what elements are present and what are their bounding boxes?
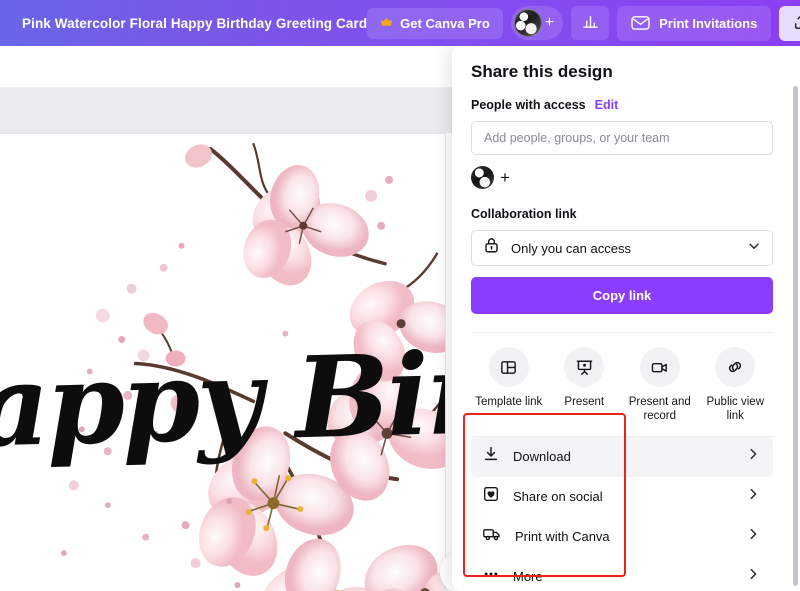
quick-action-label: Public view link bbox=[706, 396, 765, 423]
access-level-select[interactable]: Only you can access bbox=[471, 230, 773, 266]
greeting-card-page[interactable]: Happy Birthday bbox=[0, 133, 446, 591]
get-canva-pro-button[interactable]: Get Canva Pro bbox=[367, 7, 503, 39]
chevron-right-icon bbox=[746, 567, 760, 586]
share-upload-icon bbox=[793, 14, 800, 33]
quick-action-label: Template link bbox=[475, 396, 543, 408]
menu-item-label: Download bbox=[513, 449, 571, 465]
add-people-input[interactable] bbox=[471, 121, 773, 155]
heart-square-icon bbox=[482, 485, 500, 508]
link-chain-icon bbox=[715, 347, 756, 387]
presentation-icon bbox=[564, 347, 605, 387]
menu-item-label: Print with Canva bbox=[515, 529, 610, 545]
edit-access-link[interactable]: Edit bbox=[595, 98, 619, 112]
share-panel-title: Share this design bbox=[471, 62, 613, 81]
top-header-bar: Pink Watercolor Floral Happy Birthday Gr… bbox=[0, 0, 800, 46]
share-panel-body: Share this design People with access Edi… bbox=[452, 46, 792, 591]
panel-scrollbar-thumb[interactable] bbox=[793, 86, 798, 586]
quick-action-template-link[interactable]: Template link bbox=[471, 347, 547, 424]
share-button[interactable]: Share bbox=[779, 5, 800, 41]
plus-icon[interactable]: + bbox=[496, 169, 510, 186]
share-panel: Share this design People with access Edi… bbox=[452, 46, 792, 591]
access-level-value: Only you can access bbox=[511, 240, 631, 256]
chevron-down-icon bbox=[747, 239, 761, 258]
template-link-icon bbox=[488, 347, 529, 387]
quick-action-label: Present and record bbox=[628, 396, 691, 423]
collaborators-group[interactable]: + bbox=[510, 6, 564, 40]
quick-action-public-view-link[interactable]: Public view link bbox=[698, 347, 774, 424]
quick-actions-grid: Template link Present Present and record… bbox=[471, 332, 773, 436]
get-canva-pro-label: Get Canva Pro bbox=[400, 15, 490, 31]
card-greeting-text[interactable]: Happy Birthday bbox=[0, 320, 445, 476]
print-invitations-label: Print Invitations bbox=[659, 15, 758, 31]
delivery-truck-icon bbox=[482, 525, 502, 548]
plus-icon[interactable]: + bbox=[545, 15, 554, 31]
envelope-icon bbox=[631, 14, 650, 33]
user-avatar[interactable] bbox=[471, 166, 494, 189]
people-with-access-label: People with access bbox=[471, 98, 586, 112]
ellipsis-icon bbox=[482, 565, 500, 588]
menu-item-print-with-canva[interactable]: Print with Canva bbox=[471, 517, 773, 557]
download-icon bbox=[482, 445, 500, 468]
lock-icon bbox=[483, 237, 500, 259]
chevron-right-icon bbox=[746, 447, 760, 466]
menu-item-label: Share on social bbox=[513, 489, 603, 505]
app-root: Pink Watercolor Floral Happy Birthday Gr… bbox=[0, 0, 800, 591]
people-avatars-row: + bbox=[471, 166, 773, 189]
menu-item-download[interactable]: Download bbox=[471, 436, 773, 477]
share-menu-list: Download Share on social Print with Canv… bbox=[471, 435, 773, 591]
document-title[interactable]: Pink Watercolor Floral Happy Birthday Gr… bbox=[22, 16, 367, 31]
collaboration-link-label: Collaboration link bbox=[471, 207, 577, 221]
menu-item-label: More bbox=[513, 569, 543, 585]
header-actions: Get Canva Pro + Print Invitations bbox=[367, 5, 800, 41]
copy-link-button[interactable]: Copy link bbox=[471, 277, 773, 314]
people-with-access-row: People with access Edit bbox=[471, 98, 773, 112]
quick-action-present[interactable]: Present bbox=[547, 347, 623, 424]
video-camera-icon bbox=[639, 347, 680, 387]
chevron-right-icon bbox=[746, 487, 760, 506]
menu-item-more[interactable]: More bbox=[471, 557, 773, 591]
bar-chart-icon bbox=[582, 13, 599, 33]
chevron-right-icon bbox=[746, 527, 760, 546]
quick-action-present-and-record[interactable]: Present and record bbox=[622, 347, 698, 424]
crown-icon bbox=[380, 17, 393, 30]
insights-button[interactable] bbox=[571, 6, 610, 40]
print-invitations-button[interactable]: Print Invitations bbox=[617, 5, 772, 41]
menu-item-share-on-social[interactable]: Share on social bbox=[471, 477, 773, 517]
quick-action-label: Present bbox=[564, 396, 605, 408]
user-avatar[interactable] bbox=[513, 9, 542, 37]
